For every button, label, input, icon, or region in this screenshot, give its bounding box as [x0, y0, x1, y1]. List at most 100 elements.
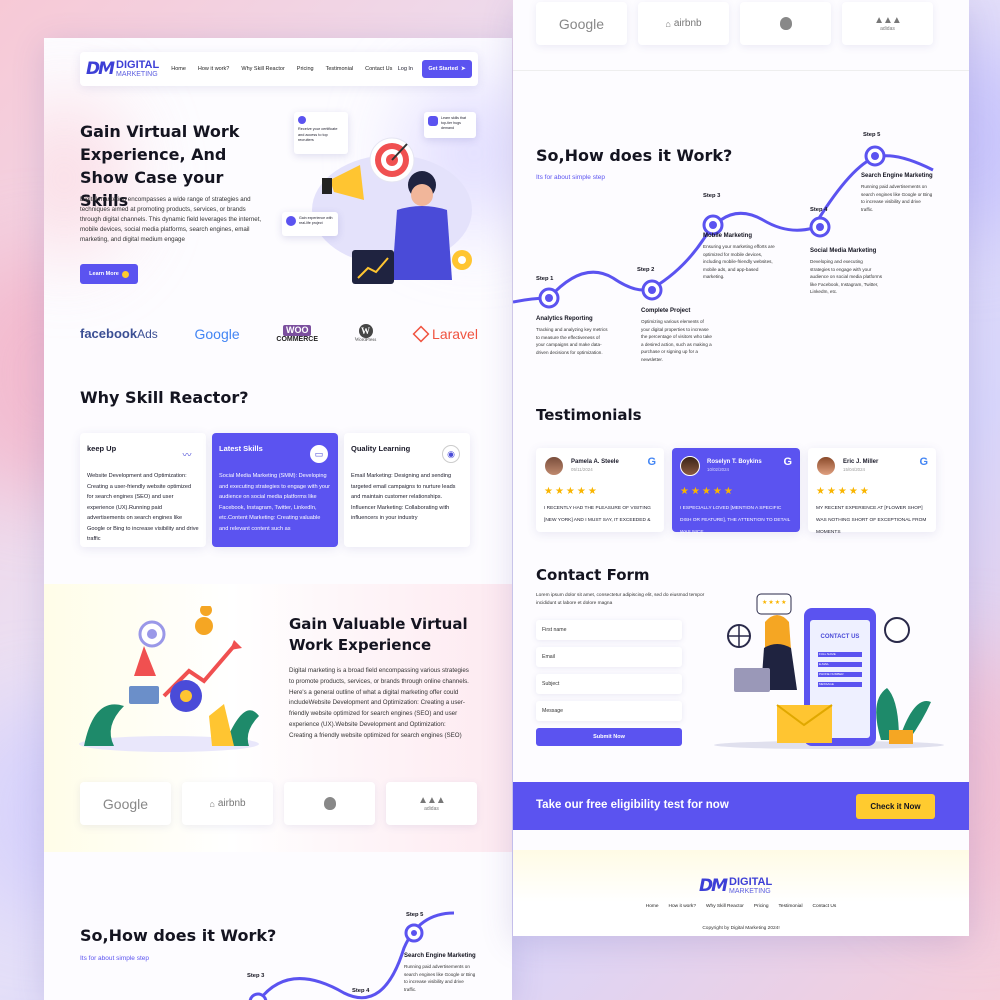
step-5-desc-preview: Running paid advertisements on search en…: [404, 964, 476, 992]
testimonial-card[interactable]: Pamela A. Steele 05/11/2024 G ★★★★★ I RE…: [536, 448, 664, 532]
review-text: I RECENTLY HAD THE PLEASURE OF VISITING …: [544, 506, 651, 523]
certificate-icon: [298, 116, 306, 124]
step-5-name-preview: Search Engine Marketing: [404, 953, 476, 959]
wordpress-icon: W: [358, 324, 373, 338]
step-2-name: Complete Project: [641, 308, 691, 314]
step-4-label: Step 4: [810, 207, 828, 213]
partner-adidas: ▲▲▲ adidas: [842, 2, 933, 45]
partner-apple: [284, 782, 375, 825]
google-icon: G: [647, 456, 656, 468]
skills-icon: [428, 116, 438, 126]
play-icon: [121, 270, 129, 278]
footer-link-pricing[interactable]: Pricing: [754, 904, 769, 909]
nav-how-it-work[interactable]: How it work?: [198, 66, 229, 72]
review-text: MY RECENT EXPERIENCE AT [FLOWER SHOP] WA…: [816, 506, 927, 535]
step-4-desc: Developing and executing strategies to e…: [810, 259, 883, 294]
contact-form-subtitle: Lorem ipsum dolor sit amet, consectetur …: [536, 593, 705, 606]
gain-section-title: Gain Valuable Virtual Work Experience: [289, 615, 468, 654]
check-it-now-button[interactable]: Check it Now: [856, 794, 935, 819]
review-date: 10/02/2024: [707, 467, 729, 472]
footer-link-testimonial[interactable]: Testimonial: [779, 904, 803, 909]
laravel-logo: Laravel: [412, 325, 478, 342]
reviewer-name: Roselyn T. Boykins: [707, 459, 762, 465]
testimonial-card[interactable]: Roselyn T. Boykins 10/02/2024 G ★★★★★ I …: [672, 448, 800, 535]
message-field[interactable]: Message: [536, 701, 682, 721]
avatar: [680, 456, 700, 476]
logo-tagline: MARKETING: [116, 71, 158, 78]
learn-more-label: Learn More: [89, 271, 119, 277]
partner-airbnb: ⌂ airbnb: [182, 782, 273, 825]
logo-tagline: MARKETING: [729, 888, 771, 895]
hero-illustration: Receive your certificate and access to t…: [282, 110, 482, 290]
step-4-marker: [809, 216, 831, 238]
cta-text: Take our free eligibility test for now: [536, 799, 729, 811]
apple-icon: [779, 17, 792, 30]
footer-nav: Home How it work? Why Skill Reactor Pric…: [513, 904, 969, 909]
testimonial-card[interactable]: Eric J. Miller 15/04/2024 G ★★★★★ MY REC…: [808, 448, 936, 535]
get-started-button[interactable]: Get Started ➤: [422, 60, 472, 78]
logo-mark: DM: [699, 876, 728, 896]
info-bubble-experience: Gain experience with real-life project: [282, 212, 338, 236]
nav-why-skill-reactor[interactable]: Why Skill Reactor: [241, 66, 284, 72]
landing-page-left: DM DIGITAL MARKETING Home How it work? W…: [44, 38, 512, 1000]
brand-logo[interactable]: DM DIGITAL MARKETING: [86, 59, 159, 79]
partner-airbnb: ⌂ airbnb: [638, 2, 729, 45]
adidas-icon: ▲▲▲: [874, 15, 902, 26]
partner-google: Google: [80, 782, 171, 825]
nav-home[interactable]: Home: [171, 66, 186, 72]
apple-icon: [323, 797, 336, 810]
illustration-field-phone: PHONE NUMBER: [819, 672, 844, 676]
footer-link-home[interactable]: Home: [646, 904, 659, 909]
why-cards: keep Up 〰 Website Development and Optimi…: [80, 433, 478, 547]
bubble-experience-text: Gain experience with real-life project: [299, 216, 333, 225]
contact-us-heading: CONTACT US: [820, 634, 860, 640]
card-title: Quality Learning: [351, 444, 411, 453]
email-field[interactable]: Email: [536, 647, 682, 667]
google-icon: G: [783, 456, 792, 468]
card-title: Latest Skills: [219, 444, 263, 453]
facebook-ads-logo: facebookAds: [80, 325, 158, 341]
footer-link-contact-us[interactable]: Contact Us: [813, 904, 837, 909]
card-title: keep Up: [87, 444, 117, 453]
first-name-field[interactable]: First name: [536, 620, 682, 640]
partner-apple: [740, 2, 831, 45]
partner-logos-top: Google ⌂ airbnb ▲▲▲ adidas: [536, 2, 946, 45]
card-latest-skills[interactable]: Latest Skills ▭ Social Media Marketing (…: [212, 433, 338, 547]
hero-description: Digital marketing encompasses a wide ran…: [80, 196, 262, 243]
info-bubble-certificate: Receive your certificate and access to t…: [294, 112, 348, 154]
subject-field[interactable]: Subject: [536, 674, 682, 694]
google-logo: Google: [194, 325, 240, 342]
contact-form-title: Contact Form: [536, 566, 650, 584]
nav-pricing[interactable]: Pricing: [297, 66, 314, 72]
reviewer-name: Pamela A. Steele: [571, 459, 619, 465]
card-quality-learning[interactable]: Quality Learning ◉ Email Marketing: Desi…: [344, 433, 470, 547]
support-agent-illustration: [714, 593, 944, 749]
footer-logo[interactable]: DM DIGITAL MARKETING: [699, 876, 772, 896]
steps-path: [513, 145, 934, 309]
footer-link-why-skill-reactor[interactable]: Why Skill Reactor: [706, 904, 744, 909]
testimonial-cards: Pamela A. Steele 05/11/2024 G ★★★★★ I RE…: [536, 448, 936, 535]
get-started-label: Get Started: [428, 66, 459, 72]
rating-stars: ★★★★★: [544, 486, 599, 497]
footer-link-how-it-work[interactable]: How it work?: [669, 904, 696, 909]
contact-illustration: ★★★★ CONTACT US FULL NAME E-MAIL PHONE N…: [709, 590, 949, 750]
submit-button[interactable]: Submit Now: [536, 728, 682, 746]
gain-section-description: Digital marketing is a broad field encom…: [289, 667, 469, 739]
login-link[interactable]: Log In: [398, 66, 413, 72]
card-keep-up[interactable]: keep Up 〰 Website Development and Optimi…: [80, 433, 206, 547]
illustration-field-email: E-MAIL: [819, 662, 830, 666]
bubble-skills-text: Learn skills that top-tier hugs demand: [441, 116, 466, 130]
airbnb-icon: ⌂: [209, 798, 215, 809]
nav-contact-us[interactable]: Contact Us: [365, 66, 392, 72]
woocommerce-logo: WOO COMMERCE: [276, 324, 319, 343]
step-5-name: Search Engine Marketing: [861, 173, 933, 179]
review-date: 05/11/2024: [571, 467, 593, 472]
card-text: Website Development and Optimization: Cr…: [87, 473, 199, 542]
speech-stars: ★★★★: [762, 600, 788, 606]
avatar: [816, 456, 836, 476]
learn-more-button[interactable]: Learn More: [80, 264, 138, 284]
step-4-label-preview: Step 4: [352, 988, 370, 994]
site-footer: DM DIGITAL MARKETING Home How it work? W…: [513, 850, 969, 936]
nav-testimonial[interactable]: Testimonial: [326, 66, 354, 72]
step-4-name: Social Media Marketing: [810, 248, 877, 254]
